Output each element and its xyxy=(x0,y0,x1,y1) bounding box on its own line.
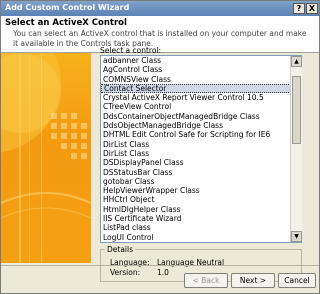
title-bar: Add Custom Control Wizard ? X xyxy=(1,1,319,16)
list-item[interactable]: Contact Selector xyxy=(101,83,301,94)
close-button[interactable]: X xyxy=(306,3,318,14)
wizard-side-graphic xyxy=(1,53,91,263)
control-listbox[interactable]: adbanner Class AgControl Class COMNSView C… xyxy=(100,55,302,243)
list-item[interactable]: DdsContainerObjectManagedBridge Class xyxy=(101,112,301,121)
list-item[interactable]: HelpViewerWrapper Class xyxy=(101,186,301,195)
details-legend: Details xyxy=(105,245,136,254)
scroll-down-icon[interactable]: ▼ xyxy=(291,231,302,242)
scroll-up-icon[interactable]: ▲ xyxy=(291,56,302,67)
list-item[interactable]: gotobar Class xyxy=(101,177,301,186)
select-control-label: Select a control: xyxy=(100,46,162,55)
list-item[interactable]: adbanner Class xyxy=(101,56,301,65)
button-bar: < Back Next > Cancel xyxy=(1,265,319,294)
list-item[interactable]: DHTML Edit Control Safe for Scripting fo… xyxy=(101,130,301,139)
window-title: Add Custom Control Wizard xyxy=(5,3,130,12)
back-button[interactable]: < Back xyxy=(184,273,228,288)
next-button[interactable]: Next > xyxy=(231,273,275,288)
list-item[interactable]: DdsObjectManagedBridge Class xyxy=(101,121,301,130)
list-item[interactable]: DSDisplayPanel Class xyxy=(101,158,301,167)
list-item[interactable]: HtmlDlgHelper Class xyxy=(101,205,301,214)
list-item[interactable]: Crystal ActiveX Report Viewer Control 10… xyxy=(101,93,301,102)
cancel-button[interactable]: Cancel xyxy=(278,273,316,288)
decorative-pattern-icon xyxy=(1,53,91,263)
list-item[interactable]: AgControl Class xyxy=(101,65,301,74)
wizard-window: Add Custom Control Wizard ? X Select an … xyxy=(0,0,320,294)
help-button[interactable]: ? xyxy=(293,3,305,14)
list-item[interactable]: ListPad class xyxy=(101,223,301,232)
list-item[interactable]: CTreeView Control xyxy=(101,102,301,111)
page-title: Select an ActiveX Control xyxy=(5,18,127,28)
list-item[interactable]: HHCtrl Object xyxy=(101,195,301,204)
list-item[interactable]: LogUI Control xyxy=(101,233,301,242)
scroll-thumb[interactable] xyxy=(292,76,301,144)
page-description: You can select an ActiveX control that i… xyxy=(13,29,307,48)
list-item[interactable]: DSStatusBar Class xyxy=(101,168,301,177)
list-item[interactable]: DirList Class xyxy=(101,140,301,149)
list-item[interactable]: COMNSView Class xyxy=(101,75,301,84)
list-item[interactable]: IIS Certificate Wizard xyxy=(101,214,301,223)
list-item[interactable]: DirList Class xyxy=(101,149,301,158)
listbox-scrollbar[interactable]: ▲ ▼ xyxy=(290,56,302,242)
